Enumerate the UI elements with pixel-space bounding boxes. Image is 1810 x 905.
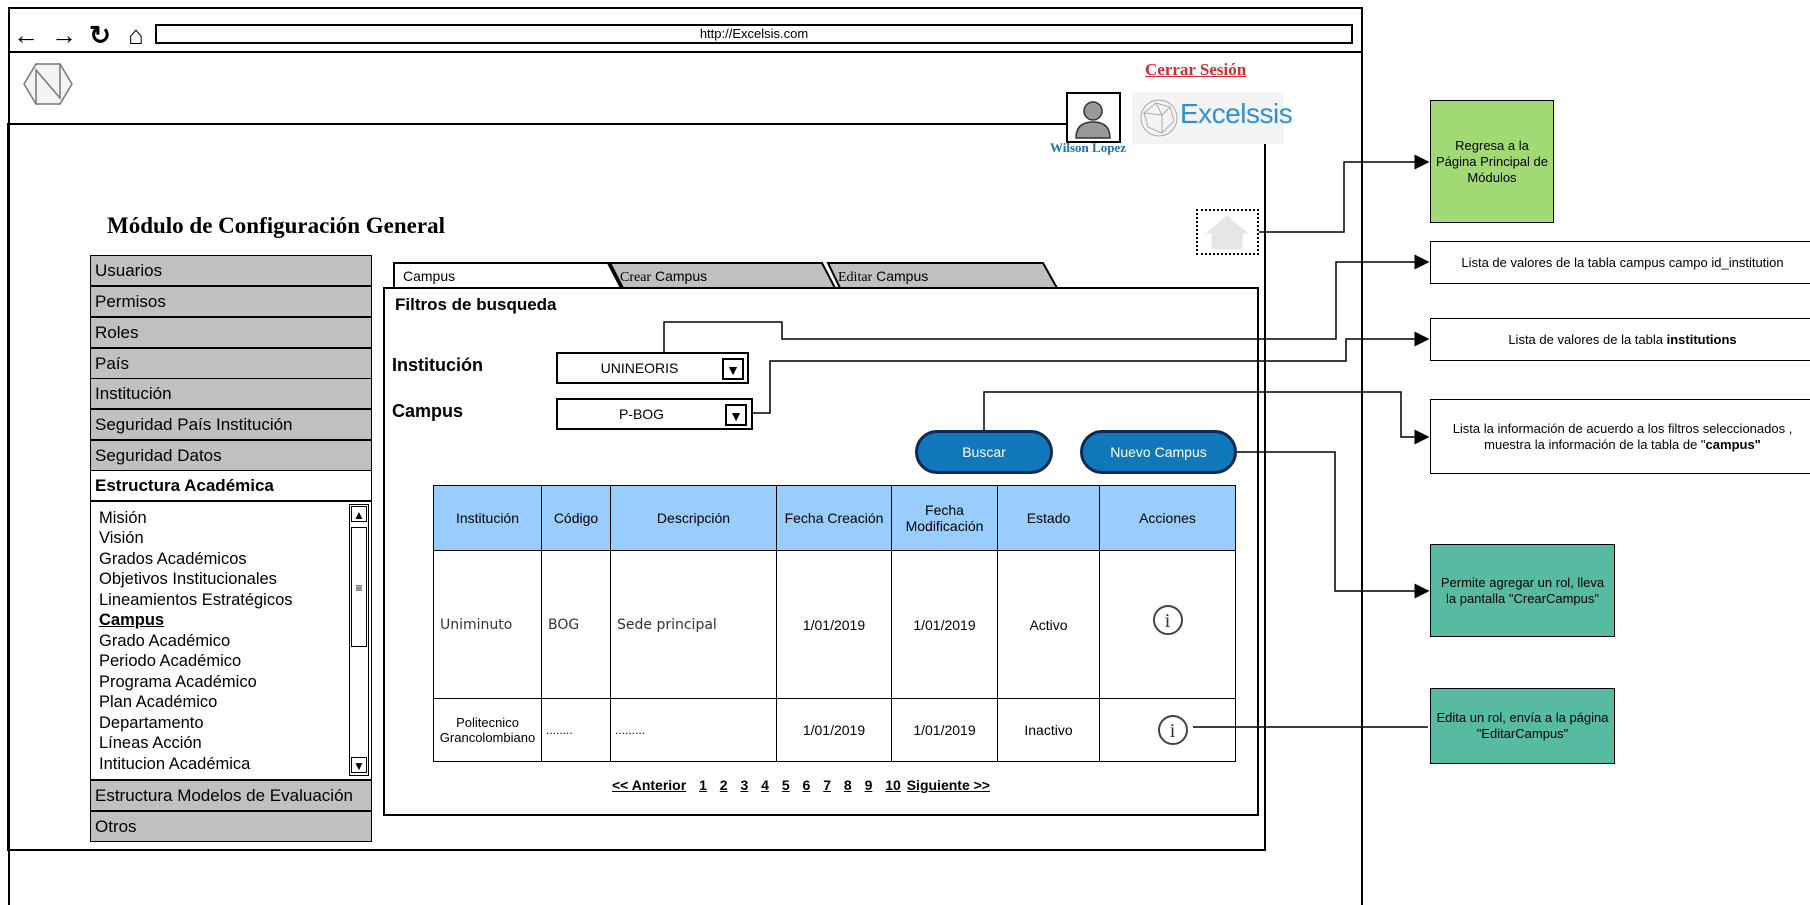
connector-lines: [663, 154, 1430, 728]
